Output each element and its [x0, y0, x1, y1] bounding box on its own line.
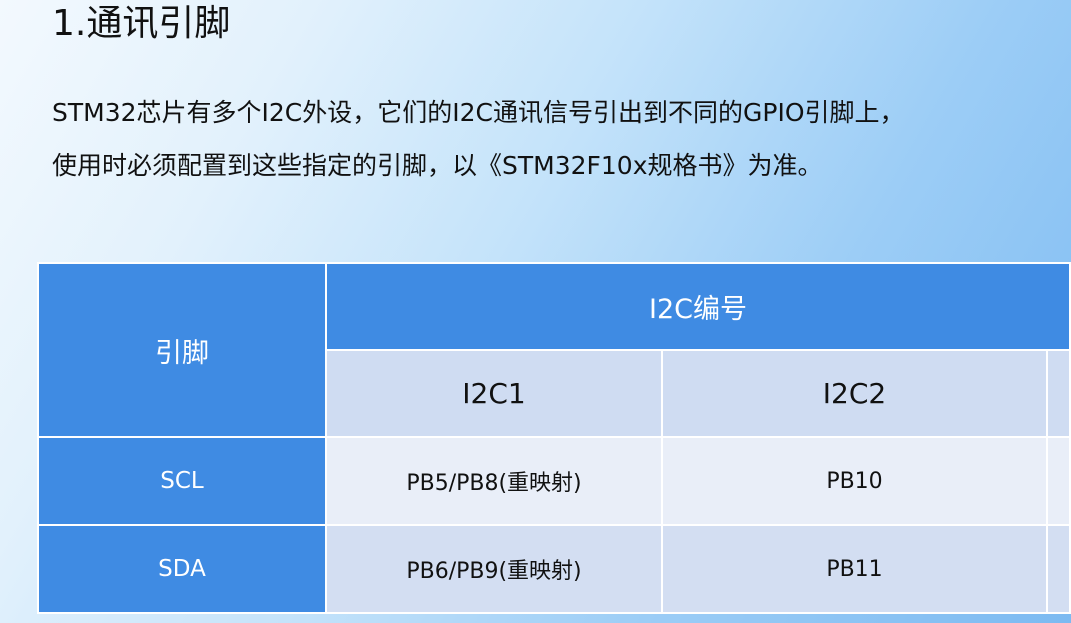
body-paragraph: STM32芯片有多个I2C外设，它们的I2C通讯信号引出到不同的GPIO引脚上，… — [52, 86, 1067, 192]
paragraph-line: 使用时必须配置到这些指定的引脚，以《STM32F10x规格书》为准。 — [52, 151, 823, 180]
column-header-i2c1: I2C1 — [325, 349, 663, 438]
pin-column-header: 引脚 — [37, 262, 327, 438]
column-header-i2c2: I2C2 — [661, 349, 1048, 438]
table-cell: PB10 — [661, 436, 1048, 526]
table-cell: PB6/PB9(重映射) — [325, 524, 663, 614]
table-row: SDA PB6/PB9(重映射) PB11 — [37, 524, 1071, 614]
paragraph-line: STM32芯片有多个I2C外设，它们的I2C通讯信号引出到不同的GPIO引脚上， — [52, 98, 905, 127]
table-stub-cell — [1045, 524, 1071, 614]
table-cell: PB5/PB8(重映射) — [325, 436, 663, 526]
row-label-scl: SCL — [37, 436, 327, 526]
table-cell: PB11 — [661, 524, 1048, 614]
table-row: SCL PB5/PB8(重映射) PB10 — [37, 436, 1071, 526]
table-stub-cell — [1045, 436, 1071, 526]
i2c-number-header: I2C编号 — [324, 262, 1071, 351]
i2c-pin-table: 引脚 I2C编号 I2C1 I2C2 SCL PB5/PB8(重映射) PB10… — [37, 262, 1071, 614]
slide-title: 1.通讯引脚 — [52, 3, 231, 44]
table-stub-cell — [1045, 349, 1071, 438]
row-label-sda: SDA — [37, 524, 327, 614]
